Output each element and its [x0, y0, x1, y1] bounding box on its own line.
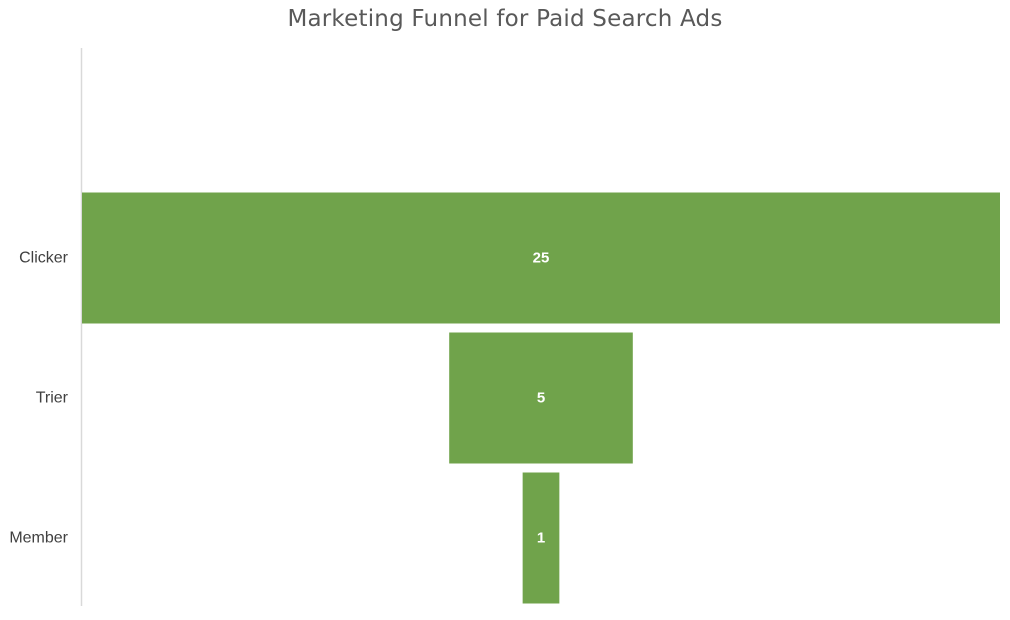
category-label-member: Member	[9, 530, 68, 547]
data-label-trier: 5	[537, 390, 545, 407]
category-label-clicker: Clicker	[19, 250, 69, 267]
category-label-trier: Trier	[36, 390, 69, 407]
data-label-member: 1	[537, 530, 545, 547]
chart-frame: Marketing Funnel for Paid Search Ads 25 C…	[0, 0, 1010, 620]
data-label-clicker: 25	[533, 250, 550, 267]
funnel-chart: 25 Clicker 5 Trier 1 Member	[9, 48, 1000, 606]
